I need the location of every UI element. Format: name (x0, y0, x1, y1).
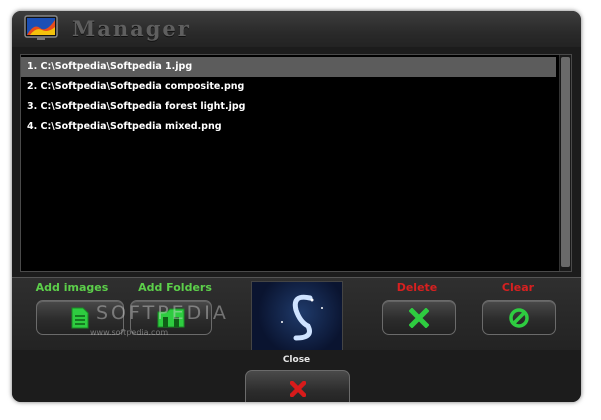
file-list-item[interactable]: 2. C:\Softpedia\Softpedia composite.png (21, 77, 556, 97)
file-list: 1. C:\Softpedia\Softpedia 1.jpg 2. C:\So… (21, 57, 556, 137)
app-monitor-icon (24, 15, 58, 40)
image-preview (251, 281, 343, 351)
watermark-url: www.softpedia.com (90, 328, 169, 337)
close-button[interactable] (245, 370, 350, 402)
file-list-item[interactable]: 3. C:\Softpedia\Softpedia forest light.j… (21, 97, 556, 117)
file-list-panel: 1. C:\Softpedia\Softpedia 1.jpg 2. C:\So… (20, 54, 572, 272)
close-area: Close (12, 350, 581, 402)
document-icon (71, 307, 89, 328)
file-list-item[interactable]: 4. C:\Softpedia\Softpedia mixed.png (21, 117, 556, 137)
preview-logo-s (281, 294, 323, 341)
delete-label: Delete (396, 281, 438, 294)
scrollbar-thumb[interactable] (561, 57, 570, 267)
clear-label: Clear (501, 281, 535, 294)
action-panel: Add images Add Folders Delete Clear SOFT… (12, 277, 581, 351)
vertical-scrollbar[interactable] (559, 55, 571, 271)
circle-slash-icon (509, 307, 529, 328)
add-folders-label: Add Folders (138, 281, 212, 294)
x-icon (409, 307, 429, 328)
watermark-text: SOFTPEDIA (96, 302, 229, 324)
add-images-label: Add images (35, 281, 109, 294)
manager-window: Manager 1. C:\Softpedia\Softpedia 1.jpg … (12, 11, 581, 402)
close-label: Close (282, 355, 311, 365)
clear-button[interactable] (482, 300, 556, 335)
window-title: Manager (72, 16, 191, 41)
x-icon (289, 381, 306, 397)
file-list-item[interactable]: 1. C:\Softpedia\Softpedia 1.jpg (21, 57, 556, 77)
title-bar[interactable]: Manager (12, 11, 581, 47)
delete-button[interactable] (382, 300, 456, 335)
